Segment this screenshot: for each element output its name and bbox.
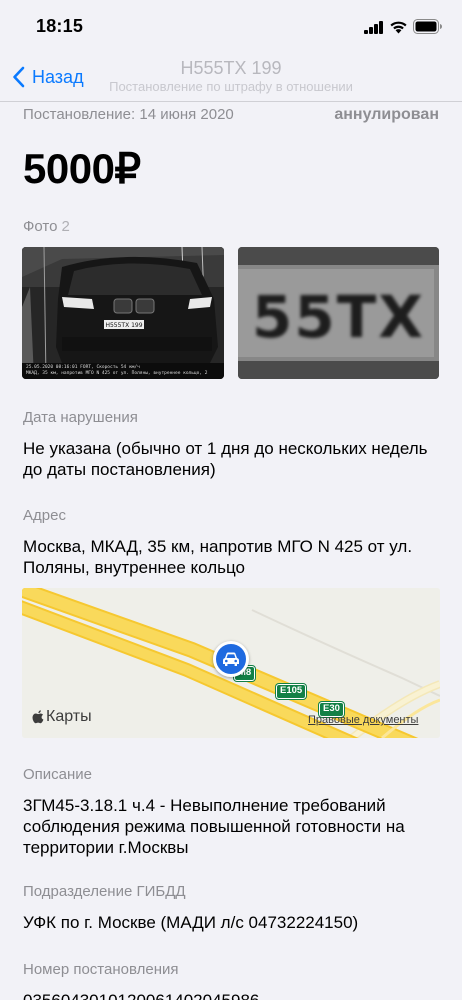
photo-caption-line-2: МКАД, 35 км, напротив МГО N 425 от ул. П… [26, 371, 208, 376]
fine-amount: 5000₽ [23, 145, 141, 192]
violation-photo-plate[interactable]: 55ТХ [238, 247, 439, 379]
description-label: Описание [23, 766, 93, 783]
car-photo-image: Н555ТХ 199 [22, 247, 224, 379]
decree-date: Постановление: 14 июня 2020 [23, 106, 234, 123]
back-button-label: Назад [32, 66, 84, 87]
decree-row: Постановление: 14 июня 2020 аннулирован [23, 106, 439, 126]
back-button[interactable]: Назад [12, 64, 84, 90]
violation-photo-car[interactable]: Н555ТХ 199 25.05.2020 08:16:01 FORT, Ско… [22, 247, 224, 379]
photo-count: 2 [61, 218, 70, 235]
violation-date-label: Дата нарушения [23, 409, 138, 426]
battery-icon [413, 19, 442, 34]
car-icon [223, 652, 239, 666]
description-value: 3ГМ45-3.18.1 ч.4 - Невыполнение требован… [23, 796, 405, 857]
navigation-bar: Н555ТХ 199 Постановление по штрафу в отн… [0, 52, 462, 102]
wifi-icon [390, 21, 407, 34]
violation-date-value: Не указана (обычно от 1 дня до нескольки… [23, 439, 428, 479]
decree-number-label: Номер постановления [23, 961, 179, 978]
department-label: Подразделение ГИБДД [23, 883, 186, 900]
status-badge: аннулирован [334, 106, 439, 123]
decree-number-value: 0356043010120061402045986 [23, 990, 443, 1000]
violation-map[interactable]: М8 E105 E30 Карты Правовые документы [22, 588, 440, 738]
photo-section-label: Фото 2 [23, 218, 70, 235]
car-location-pin[interactable] [213, 641, 249, 677]
status-time: 18:15 [36, 16, 84, 36]
address-value: Москва, МКАД, 35 км, напротив МГО N 425 … [23, 537, 413, 577]
svg-text:Н555ТХ 199: Н555ТХ 199 [105, 322, 142, 329]
photo-label-text: Фото [23, 218, 58, 235]
photo-caption: 25.05.2020 08:16:01 FORT, Скорость 54 км… [26, 365, 221, 377]
map-legal-link[interactable]: Правовые документы [308, 714, 418, 726]
address-label: Адрес [23, 507, 66, 524]
cellular-signal-icon [364, 21, 384, 34]
chevron-left-icon [13, 66, 25, 88]
road-shield-e105: E105 [276, 684, 307, 699]
maps-logo: Карты [32, 708, 92, 726]
apple-logo-icon [32, 710, 44, 724]
department-value: УФК по г. Москве (МАДИ л/с 04732224150) [23, 913, 359, 932]
maps-logo-text: Карты [46, 708, 92, 725]
plate-characters: 55ТХ [252, 283, 425, 351]
status-bar: 18:15 [0, 0, 462, 52]
